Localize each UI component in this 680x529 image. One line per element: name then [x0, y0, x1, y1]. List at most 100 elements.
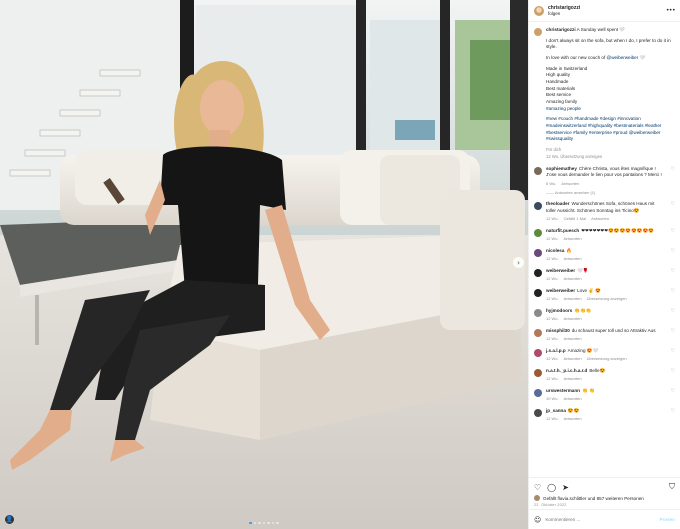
comment-meta-item[interactable]: Übersetzung anzeigen	[587, 296, 627, 302]
comment-input[interactable]	[545, 517, 656, 522]
post-actions: ♡ ◯ ➤ ⛉ Gefällt flavia.schlittler und 85…	[529, 477, 680, 509]
caption-bullet: Best service	[546, 92, 572, 98]
comment-username[interactable]: j.s.a.l.p.p	[546, 348, 566, 353]
comment-meta-item[interactable]: Antworten	[591, 216, 609, 222]
comment-username[interactable]: n.a.t.h._p.i.c.h.a.r.d	[546, 368, 587, 373]
comment-meta-item: 10 Wo.	[546, 396, 559, 402]
comment-meta-item[interactable]: Antworten	[564, 336, 582, 342]
comment-meta-item[interactable]: Antworten	[564, 396, 582, 402]
comment-meta-item[interactable]: Gefällt 1 Mal	[564, 216, 586, 222]
comment-username[interactable]: hyjmodoors	[546, 308, 572, 313]
heart-icon[interactable]: ♡	[671, 288, 675, 302]
avatar[interactable]	[534, 328, 542, 337]
comment-username[interactable]: sophiemathey	[546, 166, 577, 171]
comment-meta-item: 12 Wo.	[546, 336, 559, 342]
comment-text: 😍😍	[567, 408, 580, 414]
comment-meta-item: 12 Wo.	[546, 416, 559, 422]
comment-row: j.s.a.l.p.p Amazing 😍🤍 12 Wo. Antworten Über…	[534, 348, 675, 362]
comment-username[interactable]: weiberweiber	[546, 288, 575, 293]
comment-row: n.a.t.h._p.i.c.h.a.r.d Belle😍 12 Wo. Antwor…	[534, 368, 675, 382]
comment-meta: 12 Wo. Antworten Übersetzung anzeigen	[546, 356, 665, 362]
comment-meta: 6 Wo. Antworten	[546, 181, 665, 187]
avatar[interactable]	[534, 389, 542, 398]
comment-meta-item[interactable]: Antworten	[564, 276, 582, 282]
instagram-post-modal: › 👤 christarigozzi folgen ••• christarig…	[0, 0, 680, 529]
hashtag-link[interactable]: #amazing people	[546, 106, 581, 111]
comment-meta-item[interactable]: Übersetzung anzeigen	[587, 356, 627, 362]
heart-icon[interactable]: ♡	[671, 228, 675, 242]
mention-link[interactable]: @weiberweiber	[607, 55, 639, 60]
caption-line-1: A Sunday well spent 🤍	[576, 27, 626, 32]
comment-username[interactable]: naturfit.puesch	[546, 228, 579, 233]
post-photo[interactable]: › 👤	[0, 0, 528, 529]
comment-username[interactable]: weiberweiber	[546, 268, 575, 273]
avatar[interactable]	[534, 167, 542, 176]
likes-summary[interactable]: Gefällt flavia.schlittler und 857 weiter…	[534, 495, 675, 501]
comment-icon[interactable]: ◯	[547, 483, 556, 492]
post-side-panel: christarigozzi folgen ••• christarigozzi…	[528, 0, 680, 529]
heart-icon[interactable]: ♡	[671, 201, 675, 221]
avatar[interactable]	[534, 268, 542, 277]
next-photo-button[interactable]: ›	[513, 257, 524, 268]
hashtags[interactable]: #new #couch #handmade #design #innovatio…	[546, 116, 675, 143]
likes-text: Gefällt flavia.schlittler und 857 weiter…	[543, 495, 644, 501]
heart-icon[interactable]: ♡	[671, 268, 675, 282]
comment-username[interactable]: missphil30	[546, 328, 570, 333]
heart-icon[interactable]: ♡	[671, 408, 675, 422]
comment-meta-item: 12 Wo.	[546, 256, 559, 262]
heart-icon[interactable]: ♡	[671, 248, 675, 262]
heart-icon[interactable]: ♡	[671, 328, 675, 342]
comment-username[interactable]: urswestermann	[546, 388, 580, 393]
avatar[interactable]	[534, 369, 542, 378]
caption-meta: 12 Wo. Übersetzung anzeigen	[546, 153, 603, 159]
comment-row: theoloader Wunderschönes Sofa, schönes Ha…	[534, 201, 675, 221]
comment-meta-item: 12 Wo.	[546, 376, 559, 382]
comment-meta-item: 12 Wo.	[546, 276, 559, 282]
for-you-label: Für dich	[546, 146, 562, 152]
comments-scroll[interactable]: christarigozzi A Sunday well spent 🤍 I d…	[529, 22, 680, 477]
caption-username[interactable]: christarigozzi	[546, 27, 576, 32]
comment-meta: 12 Wo. Antworten	[546, 256, 665, 262]
avatar[interactable]	[534, 248, 542, 257]
avatar[interactable]	[534, 288, 542, 297]
emoji-icon[interactable]: ☺	[534, 516, 541, 524]
comment-meta-item[interactable]: Antworten	[564, 416, 582, 422]
comment-composer: ☺ Posten	[529, 509, 680, 529]
comment-meta-item[interactable]: Antworten	[561, 181, 579, 187]
comment-username[interactable]: theoloader	[546, 201, 569, 206]
heart-icon[interactable]: ♡	[671, 308, 675, 322]
comment-meta-item[interactable]: Antworten	[564, 376, 582, 382]
comment-meta-item[interactable]: Antworten	[564, 236, 582, 242]
share-icon[interactable]: ➤	[562, 483, 569, 492]
save-icon[interactable]: ⛉	[669, 482, 675, 492]
heart-icon[interactable]: ♡	[671, 368, 675, 382]
comment-username[interactable]: jp_sanna	[546, 408, 566, 413]
heart-icon[interactable]: ♡	[671, 348, 675, 362]
comment-meta-item[interactable]: Antworten	[564, 356, 582, 362]
view-replies-link[interactable]: —— Antworten ansehen (1)	[546, 190, 675, 195]
follow-link[interactable]: folgen	[548, 11, 580, 16]
heart-icon[interactable]: ♡	[671, 166, 675, 186]
caption-line-2: I don't always sit on the sofa, but when…	[546, 37, 671, 50]
avatar[interactable]	[534, 349, 542, 357]
avatar[interactable]	[534, 202, 542, 211]
avatar[interactable]	[534, 5, 544, 16]
comment-meta: 12 Wo. Antworten	[546, 316, 665, 322]
avatar[interactable]	[534, 409, 542, 418]
comment-meta-item[interactable]: Antworten	[564, 256, 582, 262]
comment-meta-item: 6 Wo.	[546, 180, 557, 186]
post-comment-button[interactable]: Posten	[660, 517, 675, 522]
caption-bullet: Handmade	[546, 78, 569, 84]
comment-meta-item[interactable]: Antworten	[564, 316, 582, 322]
heart-icon[interactable]: ♡	[534, 483, 541, 492]
carousel-dot	[258, 521, 261, 524]
avatar[interactable]	[534, 28, 542, 36]
avatar[interactable]	[534, 228, 542, 237]
heart-icon[interactable]: ♡	[671, 388, 675, 402]
caption-bullet: High quality	[546, 72, 571, 78]
carousel-dot	[253, 521, 257, 524]
avatar[interactable]	[534, 308, 542, 317]
comment-username[interactable]: nicolesa	[546, 248, 564, 253]
more-icon[interactable]: •••	[666, 7, 676, 14]
comment-meta-item[interactable]: Antworten	[564, 296, 582, 302]
